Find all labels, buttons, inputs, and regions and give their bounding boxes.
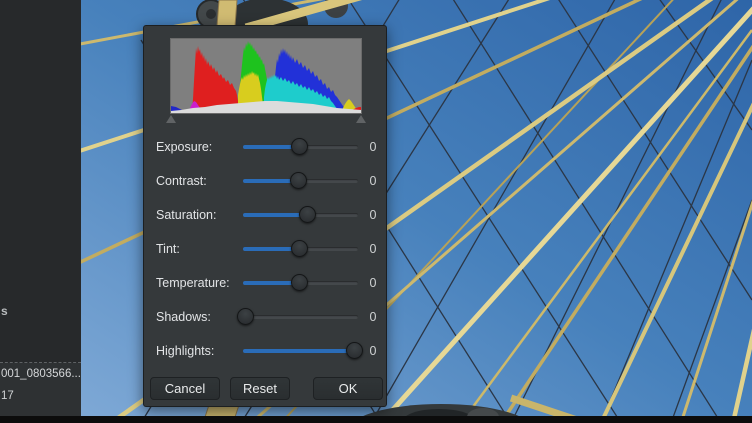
saturation-value: 0 (363, 208, 383, 222)
slider-handle[interactable] (290, 172, 307, 189)
slider-row-saturation: Saturation: 0 (144, 198, 388, 232)
cancel-button[interactable]: Cancel (150, 377, 220, 400)
bottom-bar (0, 416, 752, 423)
white-point-marker-icon[interactable] (356, 115, 366, 123)
saturation-label: Saturation: (156, 208, 216, 222)
black-point-marker-icon[interactable] (166, 115, 176, 123)
contrast-value: 0 (363, 174, 383, 188)
left-panel: s 001_0803566... 17 (0, 0, 81, 423)
shadows-slider[interactable] (243, 308, 358, 326)
shadows-label: Shadows: (156, 310, 211, 324)
tint-label: Tint: (156, 242, 180, 256)
temperature-value: 0 (363, 276, 383, 290)
highlights-label: Highlights: (156, 344, 214, 358)
histogram (171, 39, 361, 113)
contrast-label: Contrast: (156, 174, 207, 188)
exposure-slider[interactable] (243, 138, 358, 156)
ok-button[interactable]: OK (313, 377, 383, 400)
truncated-text-fragment: s (1, 304, 8, 318)
slider-handle[interactable] (291, 240, 308, 257)
slider-track[interactable] (243, 315, 358, 319)
slider-fill (243, 213, 307, 217)
slider-handle[interactable] (237, 308, 254, 325)
slider-fill (243, 349, 355, 353)
temperature-label: Temperature: (156, 276, 230, 290)
exposure-value: 0 (363, 140, 383, 154)
contrast-slider[interactable] (243, 172, 358, 190)
saturation-slider[interactable] (243, 206, 358, 224)
shadows-value: 0 (363, 310, 383, 324)
tint-slider[interactable] (243, 240, 358, 258)
slider-row-temperature: Temperature: 0 (144, 266, 388, 300)
reset-button[interactable]: Reset (230, 377, 290, 400)
slider-row-exposure: Exposure: 0 (144, 130, 388, 164)
adjust-colors-dialog: Exposure: 0 Contrast: 0 Saturation: 0 Ti… (143, 25, 387, 407)
slider-row-shadows: Shadows: 0 (144, 300, 388, 334)
slider-row-contrast: Contrast: 0 (144, 164, 388, 198)
file-name-label[interactable]: 001_0803566... (1, 368, 81, 380)
left-panel-upper (0, 0, 81, 362)
exposure-label: Exposure: (156, 140, 212, 154)
histogram-red-channel (192, 46, 239, 113)
highlights-slider[interactable] (243, 342, 358, 360)
slider-handle[interactable] (291, 274, 308, 291)
slider-handle[interactable] (346, 342, 363, 359)
file-detail-label: 17 (1, 390, 14, 402)
tint-value: 0 (363, 242, 383, 256)
temperature-slider[interactable] (243, 274, 358, 292)
slider-row-tint: Tint: 0 (144, 232, 388, 266)
slider-row-highlights: Highlights: 0 (144, 334, 388, 368)
slider-handle[interactable] (291, 138, 308, 155)
slider-handle[interactable] (299, 206, 316, 223)
highlights-value: 0 (363, 344, 383, 358)
